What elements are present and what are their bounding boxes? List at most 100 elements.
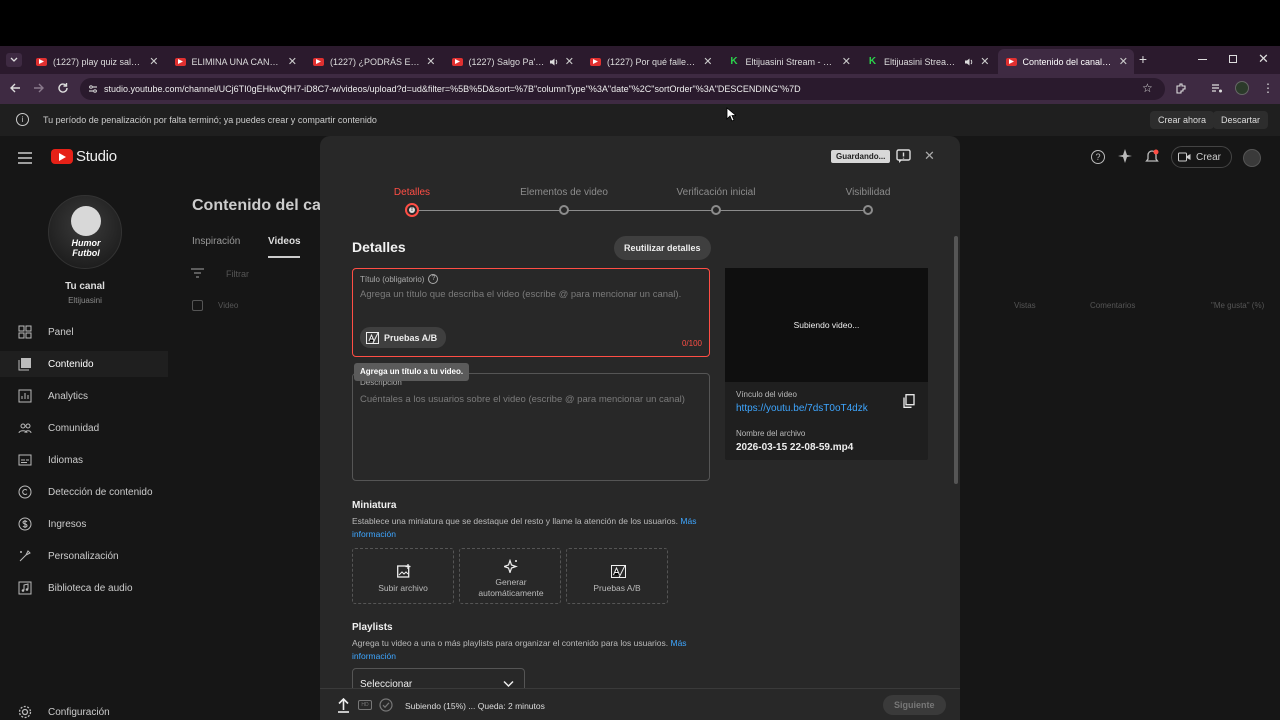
sparkle-icon[interactable] xyxy=(1118,148,1132,164)
close-tab-icon[interactable]: ✕ xyxy=(1119,55,1128,68)
help-circle-icon[interactable]: ? xyxy=(428,274,439,284)
stepper-step-dot[interactable] xyxy=(711,205,721,215)
create-button[interactable]: Crear xyxy=(1171,146,1233,168)
tab-inspiration[interactable]: Inspiración xyxy=(192,236,240,247)
nav-settings[interactable]: Configuración xyxy=(18,705,110,719)
generate-thumbnail-option[interactable]: Generar automáticamente xyxy=(459,548,561,604)
minimize-button[interactable] xyxy=(1198,59,1207,60)
create-now-button[interactable]: Crear ahora xyxy=(1150,111,1215,129)
stepper-step-label[interactable]: Visibilidad xyxy=(808,187,928,198)
nav-item[interactable]: Panel xyxy=(18,325,74,339)
maximize-button[interactable] xyxy=(1229,55,1237,63)
title-field[interactable]: Título (obligatorio) ? Agrega un título … xyxy=(352,268,710,357)
stepper-step-dot[interactable] xyxy=(559,205,569,215)
nav-item[interactable]: Ingresos xyxy=(18,517,86,531)
browser-tab[interactable]: (1227) Por qué falle el per ✕ xyxy=(582,49,719,74)
browser-tab-title: Eltijuasini Stream - Ki xyxy=(884,56,962,67)
next-button[interactable]: Siguiente xyxy=(883,695,946,715)
close-tab-icon[interactable]: ✕ xyxy=(842,55,851,68)
filter-icon[interactable] xyxy=(191,268,204,278)
dialog-scrollbar[interactable] xyxy=(954,236,958,484)
reuse-details-button[interactable]: Reutilizar detalles xyxy=(614,236,711,260)
browser-menu-icon[interactable]: ⋮ xyxy=(1262,81,1274,95)
analytics-icon xyxy=(18,389,32,403)
close-tab-icon[interactable]: ✕ xyxy=(703,55,712,68)
browser-tab-title: (1227) Salgo Pa' la Ca xyxy=(468,56,546,67)
url-field[interactable]: studio.youtube.com/channel/UCj6TI0gEHkwQ… xyxy=(80,78,1165,100)
stepper-step-label[interactable]: Verificación inicial xyxy=(656,187,776,198)
channel-avatar[interactable]: Humor Futbol xyxy=(48,195,122,269)
browser-tab[interactable]: Contenido del canal - You ✕ xyxy=(997,49,1134,74)
copy-icon[interactable] xyxy=(903,394,915,408)
upload-status: Subiendo (15%) ... Queda: 2 minutos xyxy=(405,701,545,711)
browser-tab[interactable]: ELIMINA UNA CANCIÓN ✕ xyxy=(167,49,304,74)
title-tooltip: Agrega un título a tu video. xyxy=(354,363,470,381)
generate-thumbnail-label: Generar automáticamente xyxy=(478,577,544,598)
close-tab-icon[interactable]: ✕ xyxy=(149,55,158,68)
back-arrow-icon[interactable] xyxy=(9,82,21,94)
feedback-icon[interactable] xyxy=(896,149,911,164)
browser-tab-title: (1227) Por qué falle el per xyxy=(607,56,697,67)
close-tab-icon[interactable]: ✕ xyxy=(426,55,435,68)
close-tab-icon[interactable]: ✕ xyxy=(980,55,989,68)
forward-arrow-icon[interactable] xyxy=(33,82,45,94)
site-info-icon[interactable] xyxy=(88,84,98,94)
nav-item[interactable]: Comunidad xyxy=(18,421,99,435)
nav-item-label: Detección de contenido xyxy=(48,486,153,498)
browser-tab[interactable]: K Eltijuasini Stream - Ki ✕ xyxy=(859,49,996,74)
stepper-step-label[interactable]: Elementos de video xyxy=(504,187,624,198)
nav-item[interactable]: Detección de contenido xyxy=(18,485,153,499)
video-link[interactable]: https://youtu.be/7dsT0oT4dzk xyxy=(736,403,868,414)
close-dialog-icon[interactable]: ✕ xyxy=(924,148,935,164)
nav-item[interactable]: Personalización xyxy=(18,549,119,563)
nav-item[interactable]: Contenido xyxy=(0,351,168,377)
speaker-icon[interactable] xyxy=(549,58,559,66)
upload-arrow-icon[interactable] xyxy=(337,698,350,713)
stepper-step-label[interactable]: Detalles xyxy=(352,187,472,198)
tab-videos-underline xyxy=(268,256,300,258)
account-avatar[interactable] xyxy=(1243,149,1261,167)
ab-test-thumbnail-label: Pruebas A/B xyxy=(593,583,641,593)
nav-item[interactable]: Idiomas xyxy=(18,453,83,467)
tab-videos[interactable]: Videos xyxy=(268,236,301,247)
studio-logo[interactable]: Studio xyxy=(51,148,117,165)
upload-thumbnail-label: Subir archivo xyxy=(378,583,428,593)
nav-item-label: Contenido xyxy=(48,358,94,370)
new-tab-button[interactable]: + xyxy=(1136,52,1150,66)
stepper-step-dot[interactable]: ! xyxy=(405,203,419,217)
help-icon[interactable]: ? xyxy=(1091,150,1105,164)
select-all-checkbox[interactable] xyxy=(192,300,203,311)
dismiss-button[interactable]: Descartar xyxy=(1213,111,1269,129)
close-window-button[interactable]: ✕ xyxy=(1258,51,1269,67)
close-tab-icon[interactable]: ✕ xyxy=(565,55,574,68)
close-tab-icon[interactable]: ✕ xyxy=(288,55,297,68)
nav-item[interactable]: Analytics xyxy=(18,389,88,403)
filename: 2026-03-15 22-08-59.mp4 xyxy=(736,442,854,453)
title-field-label: Título (obligatorio) ? xyxy=(360,274,439,284)
ab-testing-title-button[interactable]: Pruebas A/B xyxy=(360,327,447,348)
notifications-bell-icon[interactable] xyxy=(1145,149,1159,164)
youtube-play-icon xyxy=(51,149,73,164)
nav-item[interactable]: Biblioteca de audio xyxy=(18,581,133,595)
profile-avatar[interactable] xyxy=(1235,81,1249,95)
browser-tab[interactable]: K Eltijuasini Stream - Watch ✕ xyxy=(721,49,858,74)
upload-thumbnail-option[interactable]: Subir archivo xyxy=(352,548,454,604)
tab-search-button[interactable] xyxy=(6,53,22,67)
hamburger-menu-icon[interactable] xyxy=(18,152,32,164)
url-text: studio.youtube.com/channel/UCj6TI0gEHkwQ… xyxy=(104,84,801,94)
description-field[interactable]: Descripción Cuéntales a los usuarios sob… xyxy=(352,373,710,481)
reload-icon[interactable] xyxy=(57,82,69,94)
browser-tab[interactable]: (1227) play quiz salva una ✕ xyxy=(28,49,165,74)
ab-test-thumbnail-option[interactable]: Pruebas A/B xyxy=(566,548,668,604)
browser-tab-title: (1227) play quiz salva una xyxy=(53,56,143,67)
bookmark-star-icon[interactable]: ☆ xyxy=(1142,81,1153,95)
extensions-icon[interactable] xyxy=(1175,82,1187,94)
filter-input[interactable]: Filtrar xyxy=(226,269,249,279)
speaker-icon[interactable] xyxy=(965,58,974,66)
video-camera-icon xyxy=(1178,152,1191,162)
stepper-step-dot[interactable] xyxy=(863,205,873,215)
browser-tab[interactable]: (1227) ¿PODRÁS ELEGIR ✕ xyxy=(305,49,442,74)
browser-tab[interactable]: (1227) Salgo Pa' la Ca ✕ xyxy=(444,49,581,74)
media-control-icon[interactable] xyxy=(1211,82,1223,94)
copyright-icon xyxy=(18,485,32,499)
